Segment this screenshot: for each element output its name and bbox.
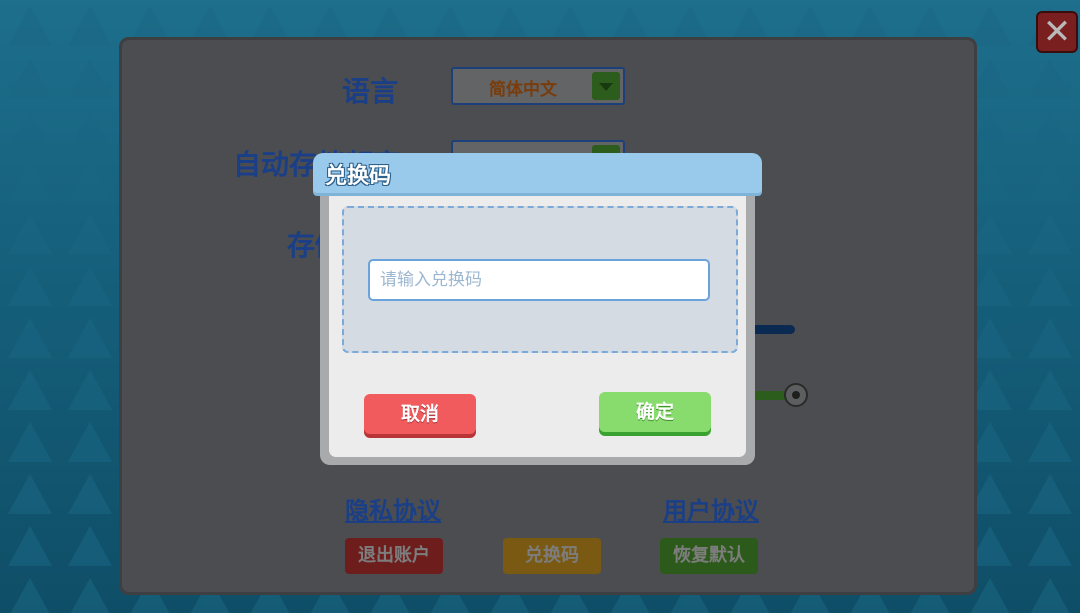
reset-defaults-button[interactable]: 恢复默认 <box>660 538 758 574</box>
user-agreement-link[interactable]: 用户协议 <box>663 491 759 526</box>
cancel-button[interactable]: 取消 <box>364 394 476 434</box>
logout-button[interactable]: 退出账户 <box>345 538 443 574</box>
slider-knob[interactable] <box>784 383 808 407</box>
language-label: 语言 <box>342 75 399 108</box>
dialog-title: 兑换码 <box>325 164 392 189</box>
redeem-code-button[interactable]: 兑换码 <box>503 538 601 574</box>
close-icon: ✕ <box>1042 12 1072 52</box>
chevron-down-icon <box>592 72 620 100</box>
confirm-button[interactable]: 确定 <box>599 392 711 432</box>
redeem-code-input[interactable] <box>368 259 710 301</box>
dialog-titlebar: 兑换码 <box>313 153 762 193</box>
language-select-value: 简体中文 <box>489 80 557 100</box>
language-select[interactable]: 简体中文 <box>451 67 625 105</box>
close-button[interactable]: ✕ <box>1036 11 1078 53</box>
privacy-policy-link[interactable]: 隐私协议 <box>345 491 441 526</box>
